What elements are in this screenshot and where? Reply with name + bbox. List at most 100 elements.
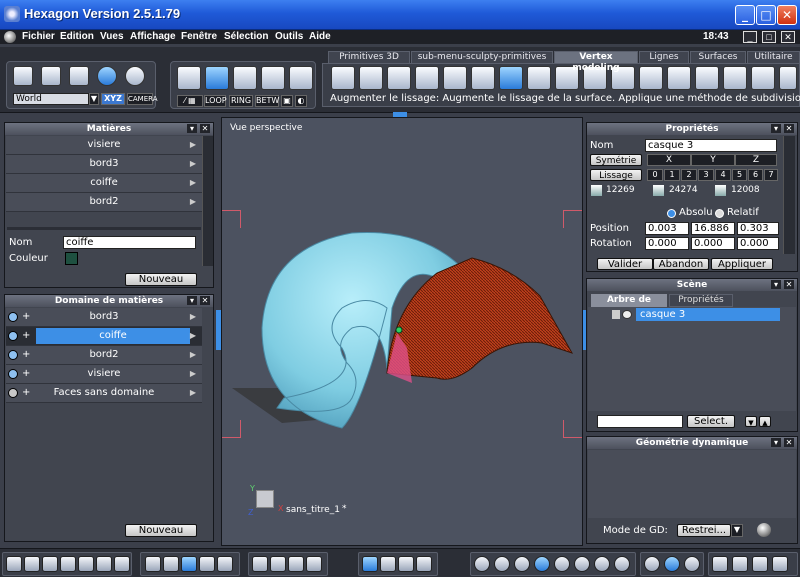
level-1[interactable]: 1	[664, 169, 680, 181]
scale-icon[interactable]	[398, 556, 414, 572]
menu-selection[interactable]: Sélection	[224, 31, 268, 42]
level-0[interactable]: 0	[647, 169, 663, 181]
add-icon[interactable]: +	[22, 327, 30, 345]
materials-scrollbar[interactable]	[202, 136, 213, 266]
tab-utilitaire[interactable]: Utilitaire	[747, 51, 800, 64]
list-item[interactable]: bord2 ▶	[6, 193, 202, 212]
rotation-z-input[interactable]: 0.000	[737, 237, 779, 250]
panel-menu-icon[interactable]: ▾	[187, 124, 197, 133]
tab-sub-menu-sculpty[interactable]: sub-menu-sculpty-primitives	[411, 51, 553, 64]
tool-6-icon[interactable]	[471, 66, 495, 90]
render-2-icon[interactable]	[732, 556, 748, 572]
betw-button[interactable]: BETW	[255, 95, 279, 107]
tool-15-icon[interactable]	[723, 66, 747, 90]
grid-plane-icon[interactable]	[217, 556, 233, 572]
shading-7-icon[interactable]	[594, 556, 610, 572]
mirror-icon[interactable]: ◐	[295, 95, 307, 107]
doc-minimize-button[interactable]: _	[743, 31, 757, 43]
axis-x-toggle[interactable]: X	[647, 154, 691, 166]
menu-outils[interactable]: Outils	[275, 31, 303, 42]
shading-2-icon[interactable]	[494, 556, 510, 572]
apply-button[interactable]: Appliquer	[711, 258, 773, 270]
tool-17-icon[interactable]	[779, 66, 797, 90]
doc-close-button[interactable]: ✕	[781, 31, 795, 43]
lasso-icon[interactable]	[41, 66, 61, 86]
arrow-up-icon[interactable]: ▲	[759, 416, 771, 427]
render-1-icon[interactable]	[712, 556, 728, 572]
tool-16-icon[interactable]	[751, 66, 775, 90]
coord-mode-select[interactable]: World	[13, 93, 89, 105]
object-mode-icon[interactable]	[177, 66, 201, 90]
position-z-input[interactable]: 0.303	[737, 222, 779, 235]
chevron-down-icon[interactable]: ▼	[731, 524, 743, 537]
layout-2-icon[interactable]	[24, 556, 40, 572]
shading-3-icon[interactable]	[514, 556, 530, 572]
visibility-icon[interactable]	[8, 331, 18, 341]
tab-surfaces[interactable]: Surfaces	[690, 51, 746, 64]
gd-mode-select[interactable]: Restrei...	[677, 524, 731, 537]
new-material-button[interactable]: Nouveau	[125, 273, 197, 286]
absolu-radio[interactable]	[667, 209, 676, 218]
zoom-extents-icon[interactable]	[252, 556, 268, 572]
level-4[interactable]: 4	[715, 169, 731, 181]
level-5[interactable]: 5	[732, 169, 747, 181]
level-2[interactable]: 2	[681, 169, 697, 181]
scene-search-input[interactable]	[597, 415, 683, 428]
material-name-input[interactable]: coiffe	[63, 236, 196, 249]
panel-menu-icon[interactable]: ▾	[771, 280, 781, 289]
position-y-input[interactable]: 16.886	[691, 222, 735, 235]
grid-view-icon[interactable]	[181, 556, 197, 572]
list-item[interactable]: + bord3 ▶	[6, 308, 202, 327]
arrow-down-icon[interactable]: ▼	[745, 416, 757, 427]
tab-scene-properties[interactable]: Propriétés	[669, 294, 733, 307]
menu-vues[interactable]: Vues	[100, 31, 124, 42]
lock-icon[interactable]	[612, 310, 620, 319]
properties-scrollbar[interactable]	[783, 136, 795, 254]
tool-13-icon[interactable]	[667, 66, 691, 90]
tool-5-icon[interactable]	[443, 66, 467, 90]
sphere-select-icon[interactable]	[97, 66, 117, 86]
list-item[interactable]: + Faces sans domaine ▶	[6, 384, 202, 403]
layout-4-icon[interactable]	[60, 556, 76, 572]
tool-14-icon[interactable]	[695, 66, 719, 90]
xyz-toggle[interactable]: XYZ	[101, 93, 125, 105]
panel-close-icon[interactable]: ✕	[784, 280, 794, 289]
panel-close-icon[interactable]: ✕	[784, 438, 794, 447]
symmetry-button[interactable]: Symétrie	[590, 154, 642, 166]
shading-5-icon[interactable]	[554, 556, 570, 572]
face-mode-icon[interactable]	[205, 66, 229, 90]
layout-5-icon[interactable]	[78, 556, 94, 572]
layout-7-icon[interactable]	[114, 556, 130, 572]
panel-close-icon[interactable]: ✕	[784, 124, 794, 133]
preview-3-icon[interactable]	[684, 556, 700, 572]
layout-1-icon[interactable]	[6, 556, 22, 572]
object-name-input[interactable]: casque 3	[645, 139, 777, 152]
eye-icon[interactable]	[622, 310, 632, 319]
camera-toggle[interactable]: CAMERA	[127, 93, 158, 105]
panel-menu-icon[interactable]: ▾	[187, 296, 197, 305]
tool-1-icon[interactable]	[331, 66, 355, 90]
level-6[interactable]: 6	[748, 169, 763, 181]
frame-icon[interactable]: ▣	[281, 95, 293, 107]
panel-menu-icon[interactable]: ▾	[771, 438, 781, 447]
tab-vertex-modeling[interactable]: Vertex modeling	[554, 51, 638, 73]
all-mode-icon[interactable]	[289, 66, 313, 90]
shading-8-icon[interactable]	[614, 556, 630, 572]
menu-fenetre[interactable]: Fenêtre	[181, 31, 217, 42]
close-button[interactable]: ✕	[777, 5, 797, 25]
select-arrow-icon[interactable]	[13, 66, 33, 86]
render-4-icon[interactable]	[772, 556, 788, 572]
tool-2-icon[interactable]	[359, 66, 383, 90]
shading-6-icon[interactable]	[574, 556, 590, 572]
pan-icon[interactable]	[270, 556, 286, 572]
shading-4-icon[interactable]	[534, 556, 550, 572]
color-swatch[interactable]	[65, 252, 78, 265]
minimize-button[interactable]: _	[735, 5, 755, 25]
edge-mode-icon[interactable]	[233, 66, 257, 90]
snap-icon[interactable]	[163, 556, 179, 572]
level-3[interactable]: 3	[698, 169, 714, 181]
select-button[interactable]: Select.	[687, 415, 735, 428]
gd-sphere-icon[interactable]	[757, 523, 771, 537]
list-item[interactable]: + visiere ▶	[6, 365, 202, 384]
menu-edition[interactable]: Edition	[60, 31, 94, 42]
